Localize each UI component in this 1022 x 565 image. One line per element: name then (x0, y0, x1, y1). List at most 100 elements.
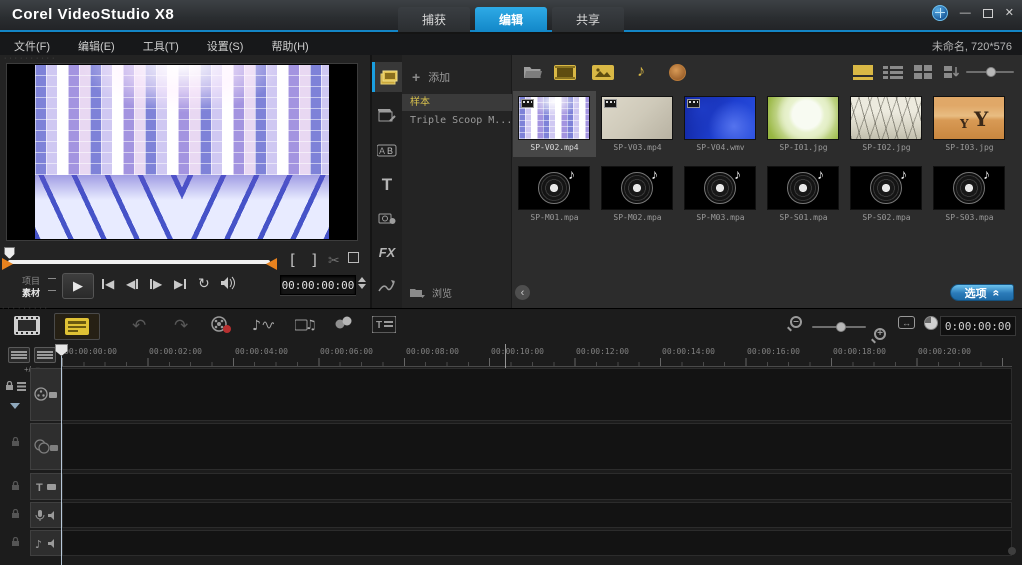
view-grid-icon[interactable] (912, 63, 934, 81)
media-cell[interactable]: ♪ SP-M02.mpa (596, 161, 679, 227)
ripple-edit-voice-icon[interactable] (0, 509, 30, 519)
menu-file[interactable]: 文件(F) (14, 38, 50, 54)
add-folder-button[interactable]: + 添加 (412, 69, 450, 85)
menu-help[interactable]: 帮助(H) (271, 38, 308, 54)
overlay-track-header[interactable] (30, 423, 62, 470)
prev-frame-button[interactable]: ◀ (126, 277, 139, 291)
mode-clip-label[interactable]: 素材 (22, 286, 40, 299)
menu-edit[interactable]: 编辑(E) (78, 38, 115, 54)
voice-track-row[interactable] (62, 502, 1012, 528)
duration-clock-icon[interactable] (924, 316, 938, 330)
voice-track-header[interactable] (30, 502, 62, 528)
repeat-button[interactable]: ↻ (198, 275, 210, 292)
nav-media-icon[interactable] (372, 62, 402, 92)
ripple-edit-video-icon[interactable] (0, 381, 30, 391)
browse-button[interactable]: 浏览 (410, 285, 452, 300)
overlay-track-row[interactable] (62, 423, 1012, 470)
timeline-ruler[interactable]: 00:00:00:00 00:00:02:00 00:00:04:00 00:0… (62, 345, 1012, 367)
media-cell[interactable]: SP-I01.jpg (762, 91, 845, 157)
music-track-row[interactable] (62, 530, 1012, 556)
title-track-row[interactable] (62, 473, 1012, 500)
timeline-zoom-slider-knob[interactable] (836, 322, 846, 332)
split-clip-scissors-button[interactable]: ✂ (328, 252, 340, 269)
title-track-header[interactable]: T (30, 473, 62, 500)
record-capture-button[interactable] (210, 316, 232, 334)
view-list-icon[interactable] (882, 63, 904, 81)
scrubber-track[interactable] (8, 260, 270, 264)
menu-settings[interactable]: 设置(S) (207, 38, 244, 54)
nav-motion-path-icon[interactable] (372, 271, 402, 301)
track-motion-button[interactable] (334, 316, 354, 330)
mark-in-button[interactable]: [ (288, 251, 297, 269)
ripple-edit-title-icon[interactable] (0, 481, 30, 491)
options-button[interactable]: 选项 « (950, 284, 1014, 301)
media-cell[interactable]: ♪ SP-S01.mpa (762, 161, 845, 227)
zoom-out-icon[interactable]: – (790, 316, 802, 328)
storyboard-view-button[interactable] (14, 316, 40, 335)
media-cell[interactable]: ♪ SP-S02.mpa (845, 161, 928, 227)
next-frame-button[interactable]: ▶ (150, 277, 162, 291)
timeline-scroll-nub[interactable] (1008, 547, 1016, 555)
timeline-timecode[interactable]: 0:00:00:00 (940, 316, 1016, 336)
nav-graphic-icon[interactable] (372, 203, 402, 233)
timecode-spinner[interactable] (358, 277, 366, 289)
nav-filter-fx-icon[interactable]: FX (372, 237, 402, 267)
help-globe-icon[interactable] (931, 5, 948, 21)
collapse-left-button[interactable]: ‹ (515, 285, 530, 300)
volume-button[interactable] (220, 276, 236, 290)
track-expand-arrow[interactable] (0, 403, 30, 409)
minimize-button[interactable]: — (960, 7, 971, 19)
sound-mixer-button[interactable]: ♪ (252, 316, 274, 334)
filter-photo-icon[interactable] (591, 62, 615, 82)
media-cell[interactable]: SP-V03.mp4 (596, 91, 679, 157)
media-cell[interactable]: ♪ SP-S03.mpa (928, 161, 1011, 227)
redo-button[interactable]: ↷ (174, 316, 188, 336)
filter-video-icon[interactable] (553, 62, 577, 82)
folder-item-samples[interactable]: 样本 (402, 94, 512, 111)
media-cell[interactable]: SP-V04.wmv (679, 91, 762, 157)
go-end-button[interactable]: ▶ (174, 277, 187, 291)
media-cell[interactable]: ♪ SP-M03.mpa (679, 161, 762, 227)
tab-capture[interactable]: 捕获 (398, 7, 470, 32)
media-cell[interactable]: SP-I02.jpg (845, 91, 928, 157)
show-all-tracks-button[interactable] (8, 347, 30, 363)
menu-tools[interactable]: 工具(T) (143, 38, 179, 54)
tab-share[interactable]: 共享 (552, 7, 624, 32)
auto-music-button[interactable]: ♫ (295, 316, 317, 334)
filter-360-icon[interactable] (665, 62, 689, 82)
subtitle-editor-button[interactable]: T (372, 316, 396, 333)
zoom-in-icon[interactable]: + (874, 328, 886, 340)
media-cell[interactable]: ♪ SP-M01.mpa (513, 161, 596, 227)
music-track-header[interactable]: ♪ (30, 530, 62, 556)
enlarge-preview-button[interactable] (348, 252, 359, 263)
maximize-button[interactable] (982, 8, 993, 18)
mark-out-button[interactable]: ] (310, 251, 319, 269)
nav-title-icon[interactable]: T (372, 170, 402, 200)
play-button[interactable]: ▶ (62, 273, 94, 299)
trim-start-marker[interactable] (2, 258, 13, 270)
tab-edit[interactable]: 编辑 (475, 7, 547, 32)
video-track-header[interactable] (30, 368, 62, 421)
folder-item-triple-scoop[interactable]: Triple Scoop M... (402, 112, 512, 129)
timeline-view-button[interactable] (54, 313, 100, 340)
preview-video-frame[interactable] (6, 63, 358, 241)
go-start-button[interactable]: ◀ (102, 277, 114, 291)
import-folder-icon[interactable] (521, 62, 545, 82)
sort-icon[interactable] (940, 63, 962, 81)
fit-project-icon[interactable]: ↔ (898, 316, 915, 329)
track-manager-button[interactable] (34, 347, 56, 363)
preview-timecode[interactable]: 00:00:00:00 (280, 275, 356, 295)
media-cell[interactable]: SP-V02.mp4 (513, 91, 596, 157)
ripple-edit-overlay-icon[interactable] (0, 437, 30, 447)
undo-button[interactable]: ↶ (132, 316, 146, 336)
nav-transition-icon[interactable]: AB (372, 135, 402, 165)
media-cell[interactable]: SP-I03.jpg (928, 91, 1011, 157)
nav-instant-project-icon[interactable] (372, 100, 402, 130)
video-track-row[interactable] (62, 368, 1012, 421)
trim-end-marker[interactable] (266, 258, 277, 270)
filter-audio-icon[interactable]: ♪ (629, 62, 653, 82)
close-button[interactable]: ✕ (1005, 7, 1014, 19)
ripple-edit-music-icon[interactable] (0, 537, 30, 547)
view-thumbnail-icon[interactable] (852, 63, 874, 81)
thumb-size-slider-knob[interactable] (986, 67, 996, 77)
